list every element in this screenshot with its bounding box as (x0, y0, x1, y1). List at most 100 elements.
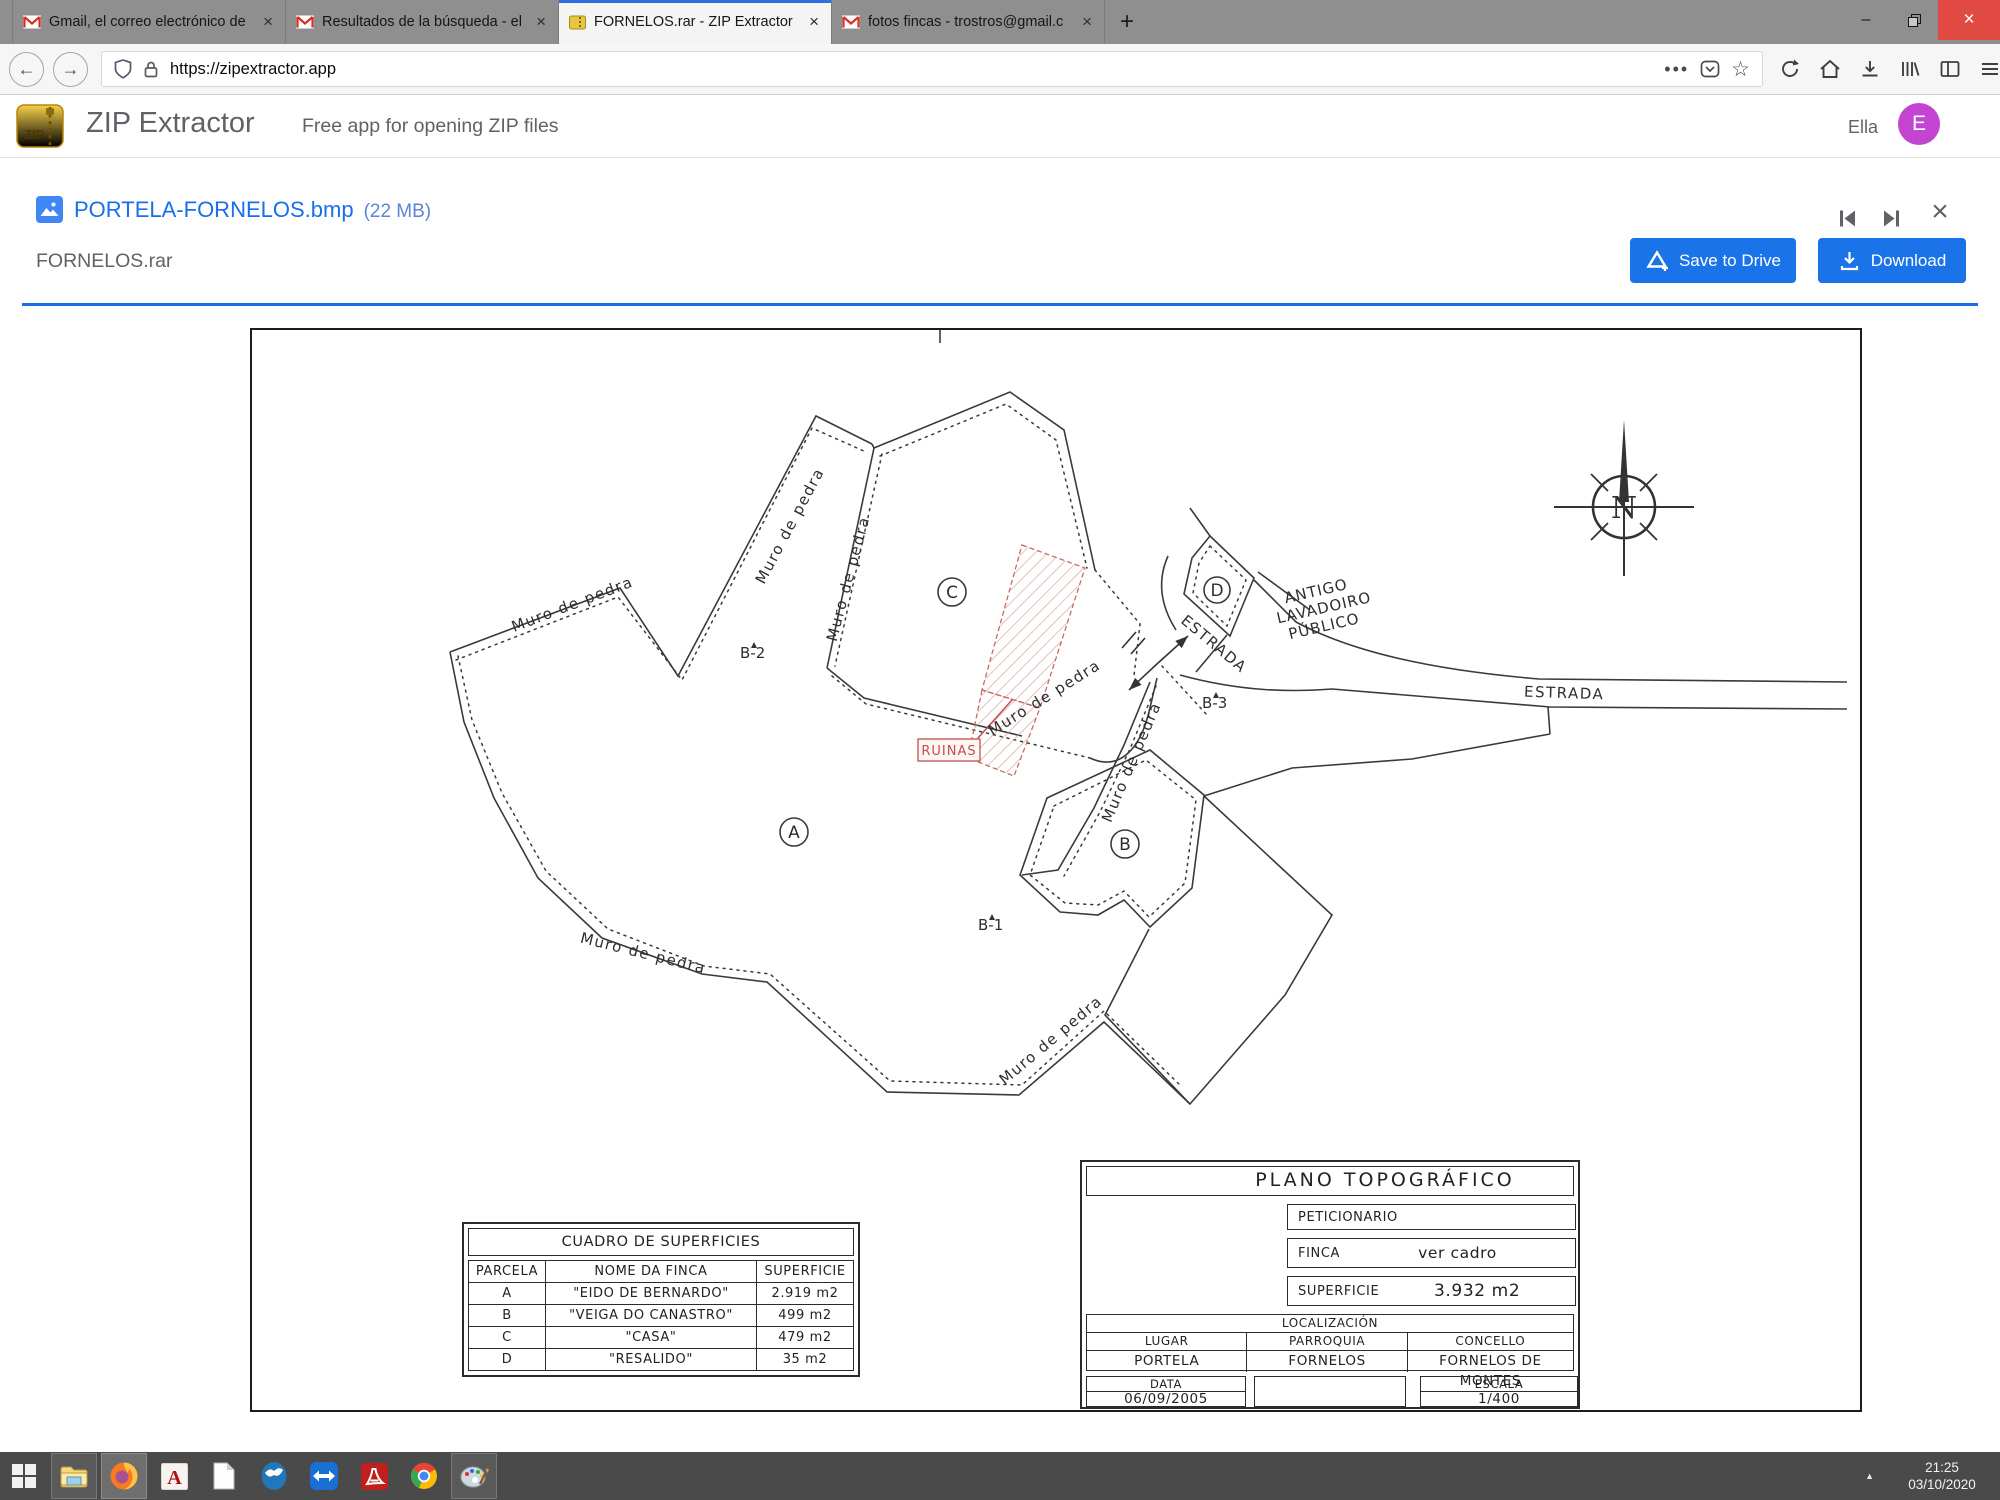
forward-button[interactable]: → (53, 52, 88, 87)
gmail-icon (296, 15, 314, 30)
table-row: C "CASA" 479 m2 (469, 1327, 854, 1349)
taskbar-file-explorer[interactable] (52, 1454, 96, 1498)
topographic-plan-image[interactable]: .solid{fill:none;stroke:#3a3a3a;stroke-w… (250, 328, 1862, 1412)
gmail-icon (842, 15, 860, 30)
taskbar-autocad[interactable]: A (152, 1454, 196, 1498)
tray-expand-icon[interactable]: ▲ (1865, 1471, 1874, 1481)
lavadoiro-label: ANTIGO LAVADOIRO PÚBLICO (1271, 571, 1377, 645)
restore-button[interactable] (1890, 0, 1938, 40)
cell: D (469, 1349, 546, 1371)
teamviewer-icon (310, 1462, 338, 1490)
app-subtitle: Free app for opening ZIP files (302, 115, 559, 138)
minimize-button[interactable]: – (1842, 0, 1890, 40)
system-tray: ▲ 21:25 03/10/2020 (1865, 1452, 1996, 1500)
tab-gmail-inbox[interactable]: Gmail, el correo electrónico de × (12, 0, 286, 44)
parcel-label-c: C (938, 578, 966, 606)
acrobat-icon (361, 1463, 388, 1490)
tab-close-icon[interactable]: × (807, 12, 821, 32)
library-icon[interactable] (1899, 58, 1921, 80)
superficie-row: SUPERFICIE 3.932 m2 (1287, 1276, 1576, 1306)
download-label: Download (1871, 251, 1947, 271)
taskbar-openoffice[interactable] (252, 1454, 296, 1498)
pocket-icon[interactable] (1700, 59, 1720, 79)
col-header: PARCELA (469, 1261, 546, 1283)
tab-title: FORNELOS.rar - ZIP Extractor (594, 14, 799, 30)
cell: "EIDO DE BERNARDO" (546, 1283, 757, 1305)
browser-toolbar: ← → https://zipextractor.app ••• ☆ (0, 44, 2000, 95)
avatar[interactable]: E (1898, 103, 1940, 145)
tab-close-icon[interactable]: × (261, 12, 275, 32)
zip-extractor-header: ZIP ZIP Extractor Free app for opening Z… (0, 95, 2000, 158)
svg-text:Muro de pedra: Muro de pedra (509, 573, 636, 636)
shield-icon[interactable] (114, 59, 132, 79)
menu-icon[interactable] (1979, 58, 2000, 80)
taskbar-chrome[interactable] (402, 1454, 446, 1498)
next-file-button[interactable] (1878, 204, 1906, 232)
svg-text:Muro de pedra: Muro de pedra (823, 514, 874, 643)
close-button[interactable]: × (1938, 0, 2000, 40)
data-box: DATA 06/09/2005 (1086, 1376, 1246, 1407)
firefox-icon (109, 1461, 139, 1491)
download-file-icon (1838, 249, 1861, 272)
more-options-icon[interactable]: ••• (1664, 59, 1689, 80)
address-bar[interactable]: https://zipextractor.app ••• ☆ (101, 51, 1763, 87)
cell: 499 m2 (757, 1305, 854, 1327)
reload-icon[interactable] (1779, 58, 1801, 80)
label: ESCALA (1421, 1377, 1577, 1392)
new-tab-button[interactable]: + (1105, 0, 1149, 44)
close-viewer-button[interactable]: × (1926, 198, 1954, 226)
taskbar-firefox[interactable] (102, 1454, 146, 1498)
previous-file-button[interactable] (1832, 204, 1860, 232)
lock-icon (143, 60, 159, 78)
parcel-label-a: A (780, 818, 808, 846)
taskbar-paint[interactable] (452, 1454, 496, 1498)
file-name-text: PORTELA-FORNELOS.bmp (74, 197, 354, 222)
cell: 479 m2 (757, 1327, 854, 1349)
back-button[interactable]: ← (9, 52, 44, 87)
plan-title: PLANO TOPOGRÁFICO (1086, 1166, 1574, 1196)
file-explorer-icon (59, 1463, 89, 1489)
cell: A (469, 1283, 546, 1305)
sidebar-icon[interactable] (1939, 58, 1961, 80)
image-file-icon (36, 196, 63, 228)
autocad-icon: A (161, 1463, 188, 1490)
surface-table: CUADRO DE SUPERFICIES PARCELA NOME DA FI… (462, 1222, 860, 1377)
gmail-icon (23, 15, 41, 30)
tab-close-icon[interactable]: × (534, 12, 548, 32)
value: 06/09/2005 (1087, 1392, 1245, 1407)
value: 3.932 m2 (1379, 1281, 1575, 1301)
start-button[interactable] (2, 1454, 46, 1498)
taskbar-document[interactable] (202, 1454, 246, 1498)
svg-text:Muro de pedra: Muro de pedra (752, 465, 828, 587)
save-to-drive-label: Save to Drive (1679, 251, 1781, 271)
taskbar-clock[interactable]: 21:25 03/10/2020 (1888, 1459, 1996, 1493)
parcel-label-b: B (1111, 830, 1139, 858)
svg-text:A: A (167, 1467, 182, 1489)
bookmark-star-icon[interactable]: ☆ (1731, 57, 1750, 82)
cell: 2.919 m2 (757, 1283, 854, 1305)
tab-gmail-search[interactable]: Resultados de la búsqueda - el × (286, 0, 559, 44)
label: FINCA (1298, 1246, 1340, 1261)
home-icon[interactable] (1819, 58, 1841, 80)
download-button[interactable]: Download (1818, 238, 1966, 283)
chrome-icon (410, 1462, 438, 1490)
label: DATA (1087, 1377, 1245, 1392)
app-title: ZIP Extractor (86, 107, 255, 140)
escala-box: ESCALA 1/400 (1420, 1376, 1578, 1407)
url-text[interactable]: https://zipextractor.app (170, 60, 1653, 79)
wall-label: Muro de pedra Muro de pedra Muro de pedr… (509, 465, 1165, 1089)
svg-text:B: B (1119, 835, 1131, 855)
taskbar-acrobat[interactable] (352, 1454, 396, 1498)
tab-gmail-fotos[interactable]: fotos fincas - trostros@gmail.c × (832, 0, 1105, 44)
value: PORTELA (1087, 1351, 1247, 1372)
tab-close-icon[interactable]: × (1080, 12, 1094, 32)
download-icon[interactable] (1859, 58, 1881, 80)
taskbar-teamviewer[interactable] (302, 1454, 346, 1498)
finca-row: FINCA ver cadro (1287, 1238, 1576, 1268)
col-header: LUGAR (1087, 1333, 1247, 1350)
tab-zip-extractor[interactable]: FORNELOS.rar - ZIP Extractor × (559, 0, 832, 44)
peticionario-row: PETICIONARIO (1287, 1204, 1576, 1230)
empty-box (1254, 1376, 1406, 1407)
save-to-drive-button[interactable]: Save to Drive (1630, 238, 1796, 283)
ruins-label: RUINAS (921, 744, 976, 759)
